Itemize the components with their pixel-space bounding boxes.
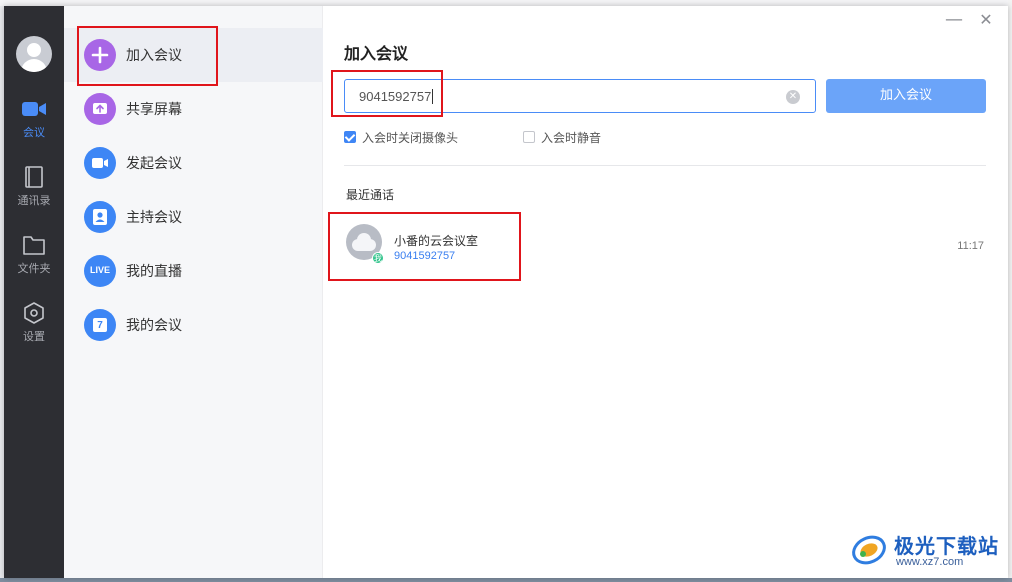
rail-item-folder[interactable]: 文件夹 <box>4 234 64 286</box>
close-button[interactable]: ✕ <box>976 10 996 30</box>
rail-item-contacts[interactable]: 通讯录 <box>4 166 64 218</box>
text-caret <box>432 89 434 104</box>
mute-label: 入会时静音 <box>541 131 602 145</box>
rail-item-meetings[interactable]: 会议 <box>4 98 64 150</box>
recent-room-id: 9041592757 <box>394 250 456 262</box>
meeting-id-input[interactable]: 9041592757 ✕ <box>344 79 816 113</box>
rail-label-meetings: 会议 <box>23 126 45 139</box>
menu-label-my-live: 我的直播 <box>126 264 182 280</box>
mute-checkbox[interactable]: 入会时静音 <box>523 129 623 145</box>
menu-label-join-meeting: 加入会议 <box>126 48 182 64</box>
watermark: 极光下载站 www.xz7.com <box>850 528 1010 574</box>
video-icon <box>84 147 116 179</box>
menu-item-my-meetings[interactable]: 7 我的会议 <box>64 298 323 352</box>
live-icon: LIVE <box>84 255 116 287</box>
calendar-icon: 7 <box>84 309 116 341</box>
rail-label-contacts: 通讯录 <box>17 194 51 207</box>
meeting-app-window: 会议 通讯录 文件夹 设置 加入会议 共享屏幕 发起会议 主持会议 LIVE 我… <box>4 6 1008 578</box>
recent-room-name: 小番的云会议室 <box>394 234 479 248</box>
clear-input-icon[interactable]: ✕ <box>786 90 800 104</box>
menu-label-share-screen: 共享屏幕 <box>126 102 182 118</box>
watermark-url: www.xz7.com <box>896 556 964 568</box>
background-desktop-strip <box>0 578 1012 582</box>
recent-call-item[interactable]: 我 小番的云会议室 9041592757 11:17 <box>338 218 988 268</box>
menu-item-my-live[interactable]: LIVE 我的直播 <box>64 244 323 298</box>
page-title: 加入会议 <box>344 44 409 63</box>
me-badge: 我 <box>372 252 384 264</box>
join-meeting-button[interactable]: 加入会议 <box>826 79 986 113</box>
contacts-book-icon <box>25 166 43 188</box>
rail-item-settings[interactable]: 设置 <box>4 302 64 354</box>
menu-item-host-meeting[interactable]: 主持会议 <box>64 190 323 244</box>
meeting-id-value: 9041592757 <box>359 89 432 104</box>
meeting-menu: 加入会议 共享屏幕 发起会议 主持会议 LIVE 我的直播 7 我的会议 <box>64 6 323 578</box>
settings-hexagon-icon <box>24 302 44 324</box>
checkbox-unchecked-icon <box>523 131 535 143</box>
rail-label-folder: 文件夹 <box>17 262 51 275</box>
join-meeting-panel: — ✕ 加入会议 9041592757 ✕ 加入会议 入会时关闭摄像头 入会时静… <box>324 6 1008 578</box>
recent-calls-title: 最近通话 <box>346 188 395 202</box>
recent-call-time: 11:17 <box>957 240 984 252</box>
rail-label-settings: 设置 <box>23 330 45 343</box>
watermark-logo-icon <box>852 535 886 565</box>
checkbox-checked-icon <box>344 131 356 143</box>
user-avatar[interactable] <box>16 36 52 72</box>
menu-label-host-meeting: 主持会议 <box>126 210 182 226</box>
menu-label-my-meetings: 我的会议 <box>126 318 182 334</box>
watermark-name: 极光下载站 <box>894 534 999 558</box>
background-window-edge <box>1008 0 1012 582</box>
menu-item-start-meeting[interactable]: 发起会议 <box>64 136 323 190</box>
video-camera-icon <box>22 102 46 116</box>
divider <box>344 165 986 166</box>
menu-label-start-meeting: 发起会议 <box>126 156 182 172</box>
camera-off-checkbox[interactable]: 入会时关闭摄像头 <box>344 129 484 145</box>
folder-icon <box>23 236 45 255</box>
nav-rail: 会议 通讯录 文件夹 设置 <box>4 6 64 578</box>
menu-item-join-meeting[interactable]: 加入会议 <box>64 28 323 82</box>
menu-item-share-screen[interactable]: 共享屏幕 <box>64 82 323 136</box>
live-icon-text: LIVE <box>89 265 110 275</box>
plus-icon <box>84 39 116 71</box>
camera-off-label: 入会时关闭摄像头 <box>362 131 459 145</box>
share-screen-icon <box>84 93 116 125</box>
calendar-icon-text: 7 <box>97 320 103 331</box>
host-icon <box>84 201 116 233</box>
minimize-button[interactable]: — <box>944 10 964 30</box>
